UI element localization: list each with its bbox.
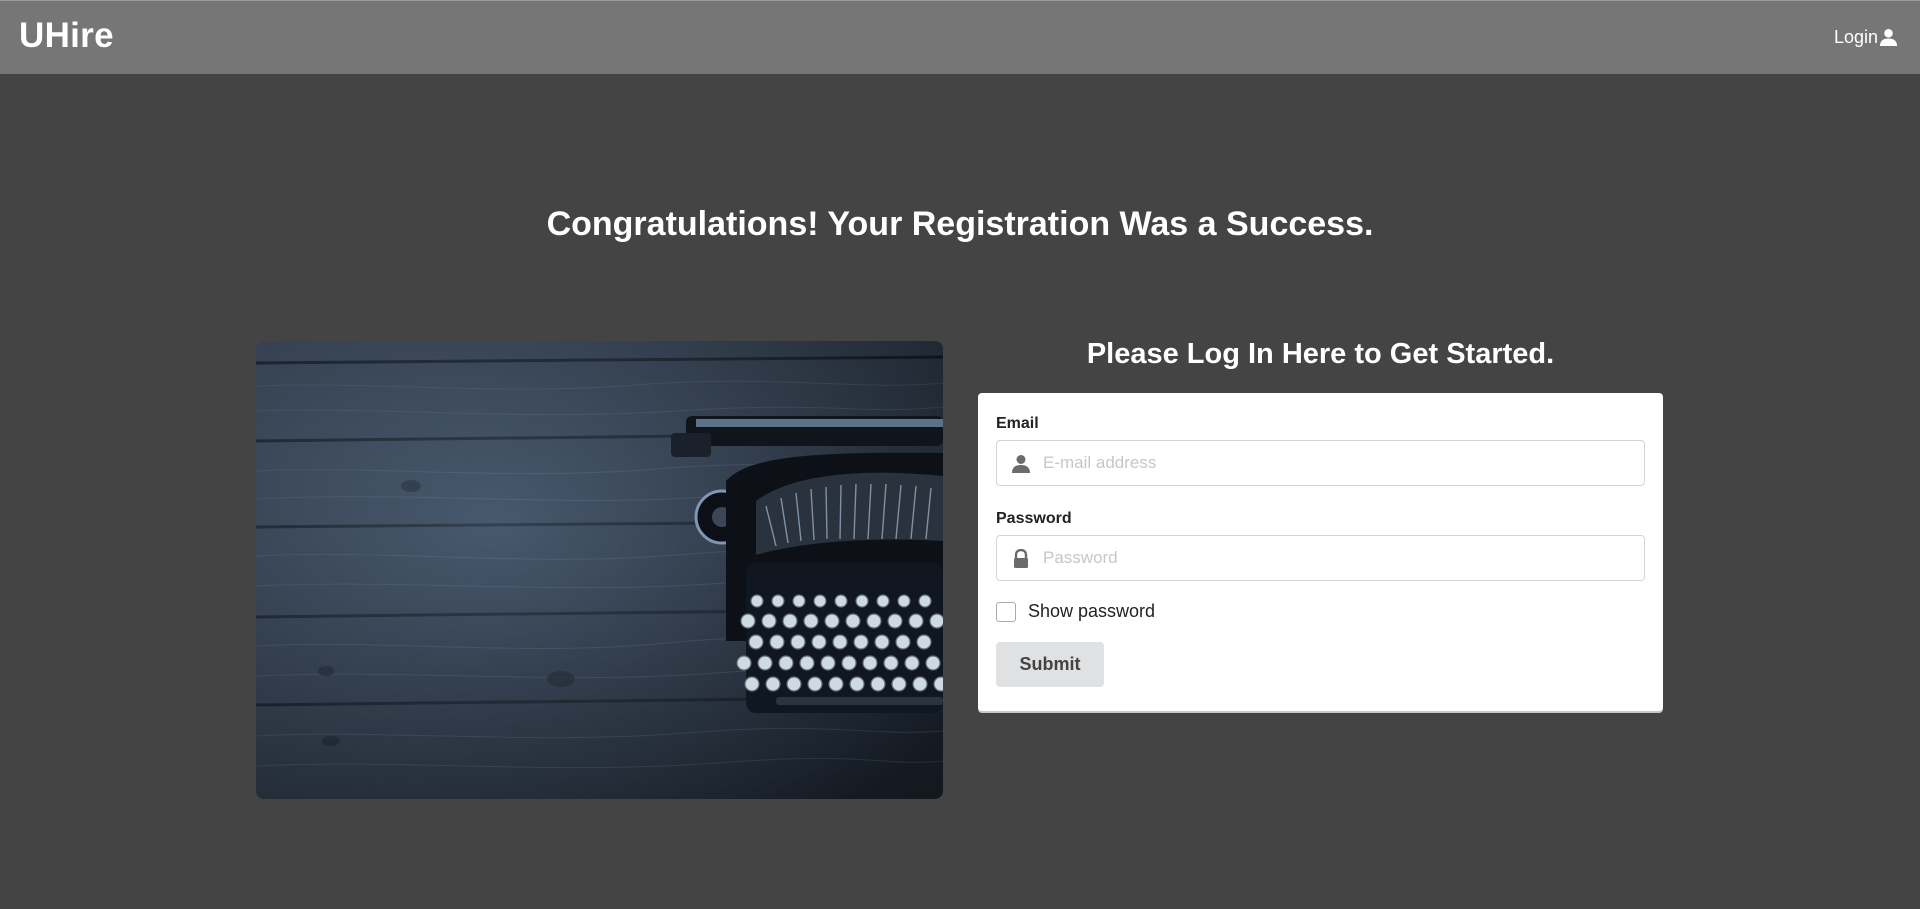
lock-icon [1011, 548, 1031, 569]
user-icon [1879, 28, 1898, 47]
email-field[interactable] [996, 440, 1645, 486]
submit-button[interactable]: Submit [996, 642, 1104, 687]
show-password-checkbox[interactable] [996, 601, 1016, 622]
success-headline: Congratulations! Your Registration Was a… [546, 205, 1374, 243]
login-label: Login [1833, 27, 1878, 47]
brand-logo[interactable]: UHire [19, 16, 114, 56]
show-password-toggle[interactable]: Show password [996, 601, 1155, 622]
login-heading: Please Log In Here to Get Started. [1086, 338, 1555, 370]
top-navbar: UHire Login [0, 0, 1920, 74]
login-link[interactable]: Login [1834, 27, 1898, 48]
login-form-card: Email Password Show password Submit [978, 393, 1663, 711]
typewriter-image [256, 341, 943, 799]
password-field[interactable] [996, 535, 1645, 581]
show-password-label: Show password [1028, 601, 1156, 621]
email-input[interactable] [1043, 441, 1633, 485]
password-label: Password [996, 510, 1072, 527]
password-input[interactable] [1043, 536, 1633, 580]
email-label: Email [996, 415, 1039, 432]
user-icon [1011, 454, 1031, 474]
